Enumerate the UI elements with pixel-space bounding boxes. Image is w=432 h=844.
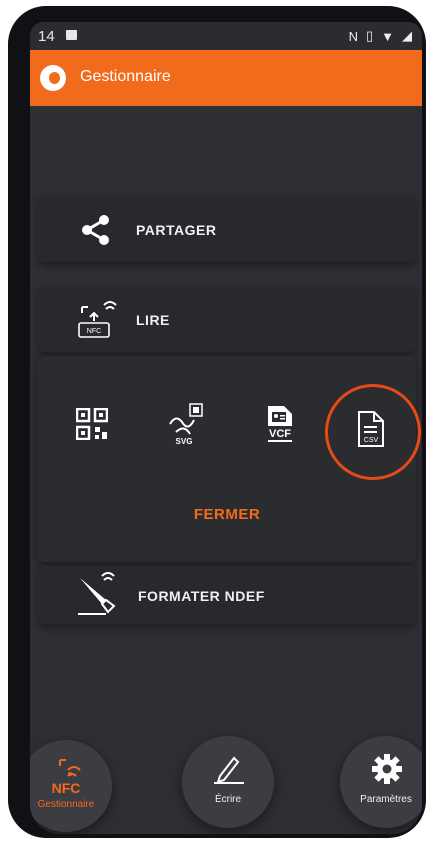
export-panel: SVG VCF CSV FERMER: [38, 356, 421, 562]
nav-manager-label: Gestionnaire: [37, 799, 95, 810]
app-bar: Gestionnaire: [30, 50, 422, 106]
nav-write-label: Écrire: [214, 794, 242, 805]
qr-code-icon[interactable]: [76, 408, 108, 440]
nfc-fab-text: NFC: [51, 780, 81, 796]
status-time: 14: [38, 28, 55, 45]
app-logo-icon[interactable]: [40, 65, 66, 91]
app-title: Gestionnaire: [80, 68, 171, 85]
read-button[interactable]: NFC LIRE: [38, 286, 416, 352]
phone-frame: 14 N ▯ ▼ ◢ Gestionnaire PARTAGER NFC LIR…: [8, 6, 426, 838]
close-button[interactable]: FERMER: [38, 506, 416, 523]
nfc-read-icon: NFC: [78, 301, 117, 338]
nav-write-button[interactable]: Écrire: [182, 736, 274, 828]
highlight-circle: [325, 384, 421, 480]
wifi-icon: ▼: [381, 28, 394, 44]
nfc-signal-icon: [59, 759, 81, 777]
vcf-icon-text: VCF: [269, 428, 291, 440]
vibrate-icon: ▯: [365, 28, 374, 43]
share-label: PARTAGER: [136, 222, 217, 238]
svg-icon-text: SVG: [176, 437, 193, 446]
share-button[interactable]: PARTAGER: [38, 196, 416, 262]
status-bar: 14 N ▯ ▼ ◢: [30, 22, 422, 50]
nfc-read-icon-text: NFC: [87, 328, 101, 335]
nfc-status-icon: N: [348, 28, 358, 44]
app-screen: 14 N ▯ ▼ ◢ Gestionnaire PARTAGER NFC LIR…: [30, 22, 422, 834]
nav-settings-label: Paramètres: [360, 794, 412, 805]
signal-icon: ◢: [402, 28, 412, 43]
nav-manager-button[interactable]: NFC Gestionnaire: [30, 740, 112, 832]
format-ndef-label: FORMATER NDEF: [138, 588, 265, 604]
image-notification-icon: [66, 30, 77, 40]
pen-write-icon: [214, 756, 244, 784]
nav-settings-button[interactable]: Paramètres: [340, 736, 422, 828]
gear-icon: [372, 754, 402, 784]
status-icons: N ▯ ▼ ◢: [349, 28, 412, 44]
share-icon: [82, 215, 109, 245]
format-ndef-button[interactable]: FORMATER NDEF: [38, 566, 416, 624]
vcf-export-icon[interactable]: VCF: [264, 404, 296, 444]
svg-export-icon[interactable]: SVG: [166, 402, 206, 446]
read-label: LIRE: [136, 312, 170, 328]
format-ndef-icon: [78, 572, 116, 615]
